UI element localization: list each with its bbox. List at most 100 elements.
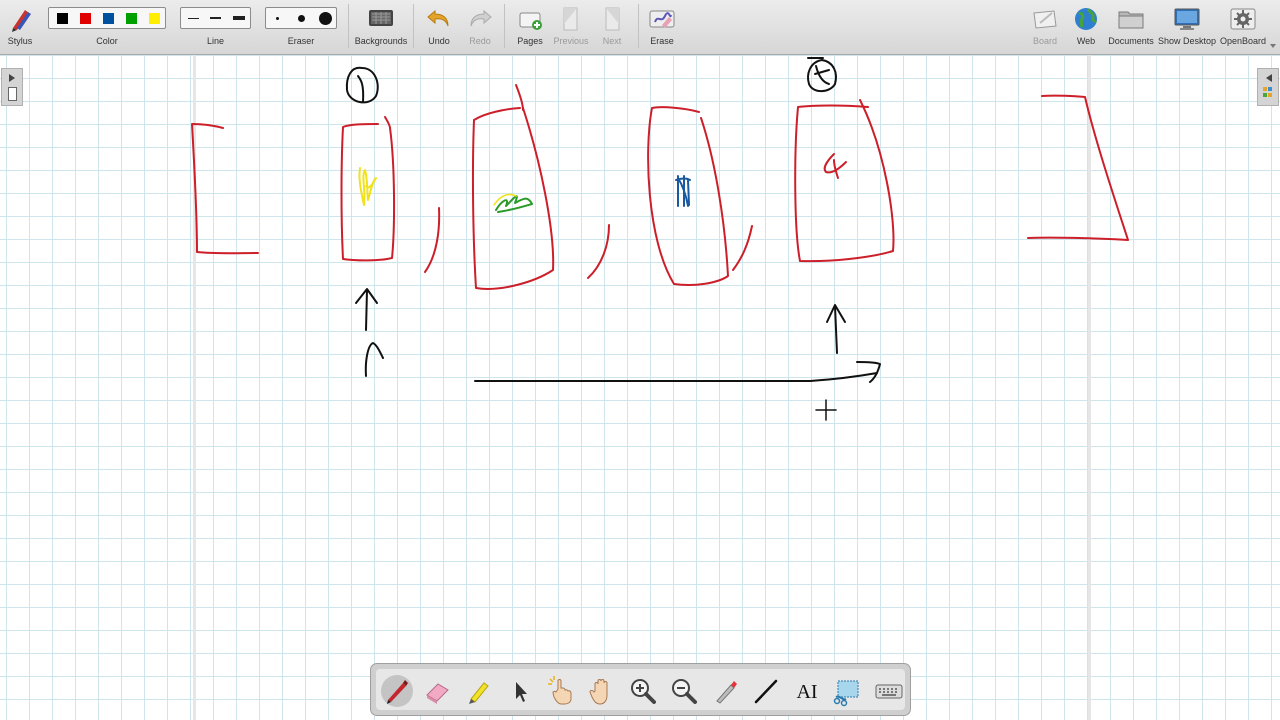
redo-icon xyxy=(465,4,495,34)
zoom-out-tool-button[interactable] xyxy=(668,675,700,707)
selector-tool-button[interactable] xyxy=(504,675,536,707)
eraser-large-option[interactable] xyxy=(319,12,332,25)
text-tool-label: AI xyxy=(796,681,818,703)
next-page-button[interactable]: Next xyxy=(592,0,632,54)
toolbar-divider xyxy=(504,4,505,48)
web-label: Web xyxy=(1076,36,1096,46)
stylus-label: Stylus xyxy=(7,36,33,46)
stylus-palette: AI xyxy=(370,663,911,716)
color-green-swatch[interactable] xyxy=(126,13,137,24)
hand-icon xyxy=(589,679,608,705)
backgrounds-label: Backgrounds xyxy=(354,36,408,46)
undo-icon xyxy=(424,4,454,34)
comma-2-stroke xyxy=(587,224,610,279)
color-blue-swatch[interactable] xyxy=(103,13,114,24)
board-button[interactable]: Board xyxy=(1027,0,1063,54)
line-thin-option[interactable] xyxy=(188,18,199,19)
highlighter-icon xyxy=(469,682,489,704)
eraser-group: Eraser xyxy=(265,0,337,54)
pen-tool-button[interactable] xyxy=(381,675,413,707)
screen-capture-icon xyxy=(833,680,859,707)
backgrounds-icon xyxy=(366,4,396,34)
keyboard-icon xyxy=(875,684,903,699)
red-element-scribble xyxy=(823,153,847,179)
hand-tool-button[interactable] xyxy=(586,675,618,707)
zoom-out-icon xyxy=(672,679,697,704)
array-box-1-tail-stroke xyxy=(384,116,391,129)
undo-button[interactable]: Undo xyxy=(420,0,458,54)
toolbar-divider xyxy=(638,4,639,48)
comma-1-stroke xyxy=(424,207,441,273)
comma-3-stroke xyxy=(732,225,753,271)
eraser-label: Eraser xyxy=(287,36,315,46)
capture-tool-button[interactable] xyxy=(832,675,864,707)
erase-button[interactable]: Erase xyxy=(644,0,680,54)
stylus-icon xyxy=(5,4,35,34)
laser-pointer-tool-button[interactable] xyxy=(709,675,741,707)
openboard-menu-button[interactable]: OpenBoard xyxy=(1218,0,1268,54)
line-medium-option[interactable] xyxy=(210,17,221,19)
eraser-size-selector xyxy=(265,7,337,29)
pointing-hand-icon xyxy=(548,676,572,705)
line-icon xyxy=(754,679,778,704)
documents-button[interactable]: Documents xyxy=(1106,0,1156,54)
whiteboard-canvas[interactable] xyxy=(0,55,1280,720)
pointer-arrow-2-stroke xyxy=(364,342,384,377)
openboard-label: OpenBoard xyxy=(1219,36,1267,46)
highlighter-tool-button[interactable] xyxy=(463,675,495,707)
color-group: Color xyxy=(48,0,166,54)
eraser-medium-option[interactable] xyxy=(298,15,305,22)
array-box-4-stroke xyxy=(794,99,895,263)
color-black-swatch[interactable] xyxy=(57,13,68,24)
gear-icon xyxy=(1228,4,1258,34)
stylus-button[interactable]: Stylus xyxy=(2,0,38,54)
toolbar-overflow-arrow-icon[interactable] xyxy=(1270,44,1276,48)
color-yellow-swatch[interactable] xyxy=(149,13,160,24)
erase-label: Erase xyxy=(650,36,674,46)
array-box-2-tail-stroke xyxy=(515,84,524,111)
documents-label: Documents xyxy=(1108,36,1154,46)
toolbar-divider xyxy=(348,4,349,48)
yellow-element-scribble xyxy=(358,167,377,206)
backgrounds-button[interactable]: Backgrounds xyxy=(354,0,408,54)
board-label: Board xyxy=(1032,36,1058,46)
green-element-scribble xyxy=(495,195,533,213)
web-button[interactable]: Web xyxy=(1068,0,1104,54)
main-toolbar: Stylus Color Line Eraser Backgrounds Und… xyxy=(0,0,1280,55)
zoom-in-icon xyxy=(631,679,656,704)
next-page-icon xyxy=(597,4,627,34)
line-tool-button[interactable] xyxy=(750,675,782,707)
eraser-icon xyxy=(426,683,449,704)
zoom-in-tool-button[interactable] xyxy=(627,675,659,707)
color-palette xyxy=(48,7,166,29)
arrow-cursor-icon xyxy=(516,682,527,702)
pointer-arrow-1-stroke xyxy=(355,288,378,331)
traversal-line-stroke xyxy=(474,361,881,383)
interact-tool-button[interactable] xyxy=(545,675,577,707)
line-group: Line xyxy=(180,0,251,54)
right-bracket-stroke xyxy=(1027,94,1129,241)
toolbar-divider xyxy=(413,4,414,48)
color-red-swatch[interactable] xyxy=(80,13,91,24)
pages-button[interactable]: Pages xyxy=(510,0,550,54)
index-1-digit-stroke xyxy=(357,75,365,103)
redo-button[interactable]: Redo xyxy=(461,0,499,54)
undo-label: Undo xyxy=(428,36,450,46)
pointer-arrow-3-stroke xyxy=(826,304,846,354)
previous-label: Previous xyxy=(553,36,589,46)
next-label: Next xyxy=(602,36,622,46)
pages-label: Pages xyxy=(517,36,543,46)
line-thick-option[interactable] xyxy=(233,16,245,20)
index-4-circle-stroke xyxy=(807,59,837,93)
previous-page-button[interactable]: Previous xyxy=(551,0,591,54)
eraser-tool-button[interactable] xyxy=(422,675,454,707)
globe-icon xyxy=(1071,4,1101,34)
virtual-keyboard-button[interactable] xyxy=(873,675,905,707)
text-tool-button[interactable]: AI xyxy=(791,675,823,707)
show-desktop-label: Show Desktop xyxy=(1157,36,1217,46)
show-desktop-button[interactable]: Show Desktop xyxy=(1157,0,1217,54)
monitor-icon xyxy=(1172,4,1202,34)
laser-pointer-icon xyxy=(716,681,737,704)
color-label: Color xyxy=(96,36,118,46)
eraser-small-option[interactable] xyxy=(276,17,279,20)
